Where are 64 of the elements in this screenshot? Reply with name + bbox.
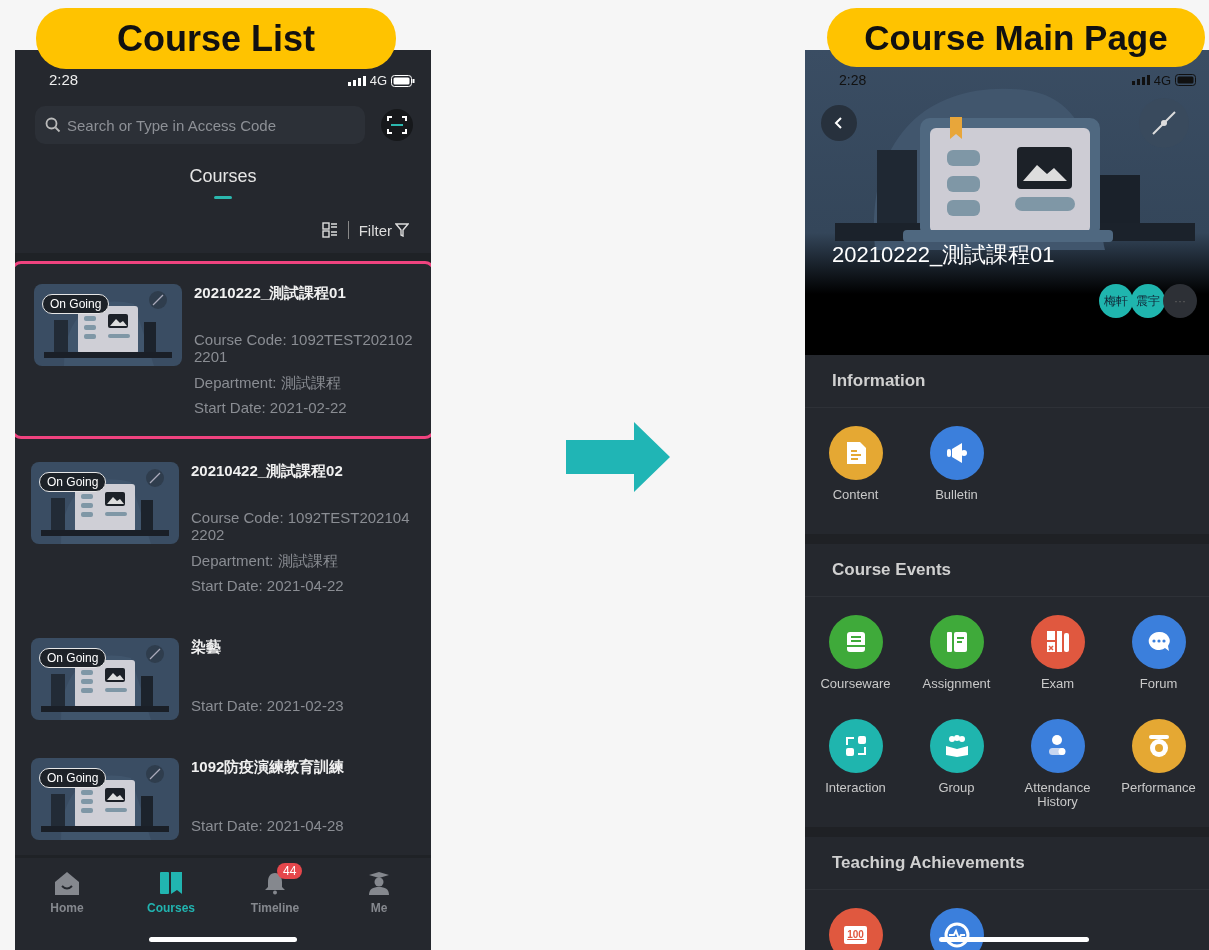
list-view-icon[interactable] — [321, 222, 338, 238]
nav-tab[interactable]: Me — [342, 862, 416, 920]
filter-icon — [395, 223, 409, 237]
nav-tab[interactable]: Home — [30, 862, 104, 920]
courses-tab[interactable]: Courses — [189, 166, 257, 199]
signal-icon — [1131, 75, 1150, 85]
section-heading: Teaching Achievements — [832, 853, 1025, 873]
course-card[interactable]: On Going 1092防疫演練教育訓練 Start Date: 2021-04-28 — [15, 735, 431, 855]
battery-icon — [1175, 74, 1199, 86]
battery-icon — [391, 74, 415, 87]
status-time: 2:28 — [839, 72, 867, 88]
feature-button[interactable]: Content — [805, 426, 906, 516]
feature-button[interactable]: Exam — [1007, 615, 1108, 705]
feature-button[interactable]: Forum — [1108, 615, 1209, 705]
feature-button[interactable]: Attendance History — [1007, 719, 1108, 809]
course-department: Department: 測試課程 — [194, 373, 342, 391]
graduate-icon — [367, 871, 391, 895]
course-card[interactable]: On Going 染藝 Start Date: 2021-02-23 — [15, 615, 431, 735]
start-date: Start Date: 2021-02-22 — [194, 398, 348, 416]
nav-tab[interactable]: Courses — [134, 862, 208, 920]
course-card[interactable]: On Going 20210222_測試課程01 Course Code: 1092TEST2021022201 Department: 測試課程 Start Date: 2021-02-22 — [15, 261, 431, 439]
house-icon — [54, 871, 80, 895]
feature-button[interactable]: 100 — [805, 908, 906, 950]
course-title: 染藝 — [191, 638, 222, 657]
feature-button[interactable]: Assignment — [906, 615, 1007, 705]
course-title: 20210222_測試課程01 — [832, 241, 1055, 269]
section-heading: Course Events — [832, 560, 952, 580]
course-title: 20210422_測試課程02 — [191, 462, 344, 481]
arrow-icon — [566, 422, 670, 492]
network-label: 4G — [369, 73, 387, 88]
filter-button[interactable]: Filter — [358, 221, 409, 239]
status-time: 2:28 — [49, 71, 79, 88]
start-date: Start Date: 2021-04-22 — [191, 576, 345, 594]
feature-button[interactable]: Bulletin — [906, 426, 1007, 516]
course-code: Course Code: 1092TEST2021022201 — [194, 331, 414, 366]
signal-icon — [347, 75, 366, 86]
course-card[interactable]: On Going 20210422_測試課程02 Course Code: 1092TEST2021042202 Department: 測試課程 Start Date: 2021-04-22 — [15, 439, 431, 615]
nav-tab[interactable]: 44 Timeline — [238, 862, 312, 920]
feature-button[interactable]: Group — [906, 719, 1007, 809]
start-date: Start Date: 2021-02-23 — [191, 696, 345, 714]
screen-title-label: Course Main Page — [827, 8, 1205, 67]
course-code: Course Code: 1092TEST2021042202 — [191, 509, 411, 544]
search-field[interactable]: Search or Type in Access Code — [35, 106, 365, 144]
status-badge: On Going — [39, 648, 107, 668]
feature-button[interactable]: Interaction — [805, 719, 906, 809]
scan-icon — [386, 114, 408, 136]
screen-title-label: Course List — [36, 8, 396, 69]
course-title: 20210222_測試課程01 — [194, 284, 347, 303]
start-date: Start Date: 2021-04-28 — [191, 816, 345, 834]
scan-button[interactable] — [381, 109, 413, 141]
status-badge: On Going — [39, 768, 107, 788]
search-icon — [45, 117, 61, 133]
section-heading: Information — [832, 371, 926, 391]
status-badge: On Going — [42, 294, 110, 314]
book-icon — [159, 871, 183, 895]
feature-button[interactable]: Performance — [1108, 719, 1209, 809]
feature-button[interactable]: Courseware — [805, 615, 906, 705]
network-label: 4G — [1153, 72, 1171, 88]
status-badge: On Going — [39, 472, 107, 492]
chevron-left-icon — [833, 116, 845, 130]
course-department: Department: 測試課程 — [191, 551, 339, 569]
feature-icon: 100 — [828, 908, 883, 950]
count-badge: 44 — [277, 863, 303, 879]
course-title: 1092防疫演練教育訓練 — [191, 758, 346, 777]
